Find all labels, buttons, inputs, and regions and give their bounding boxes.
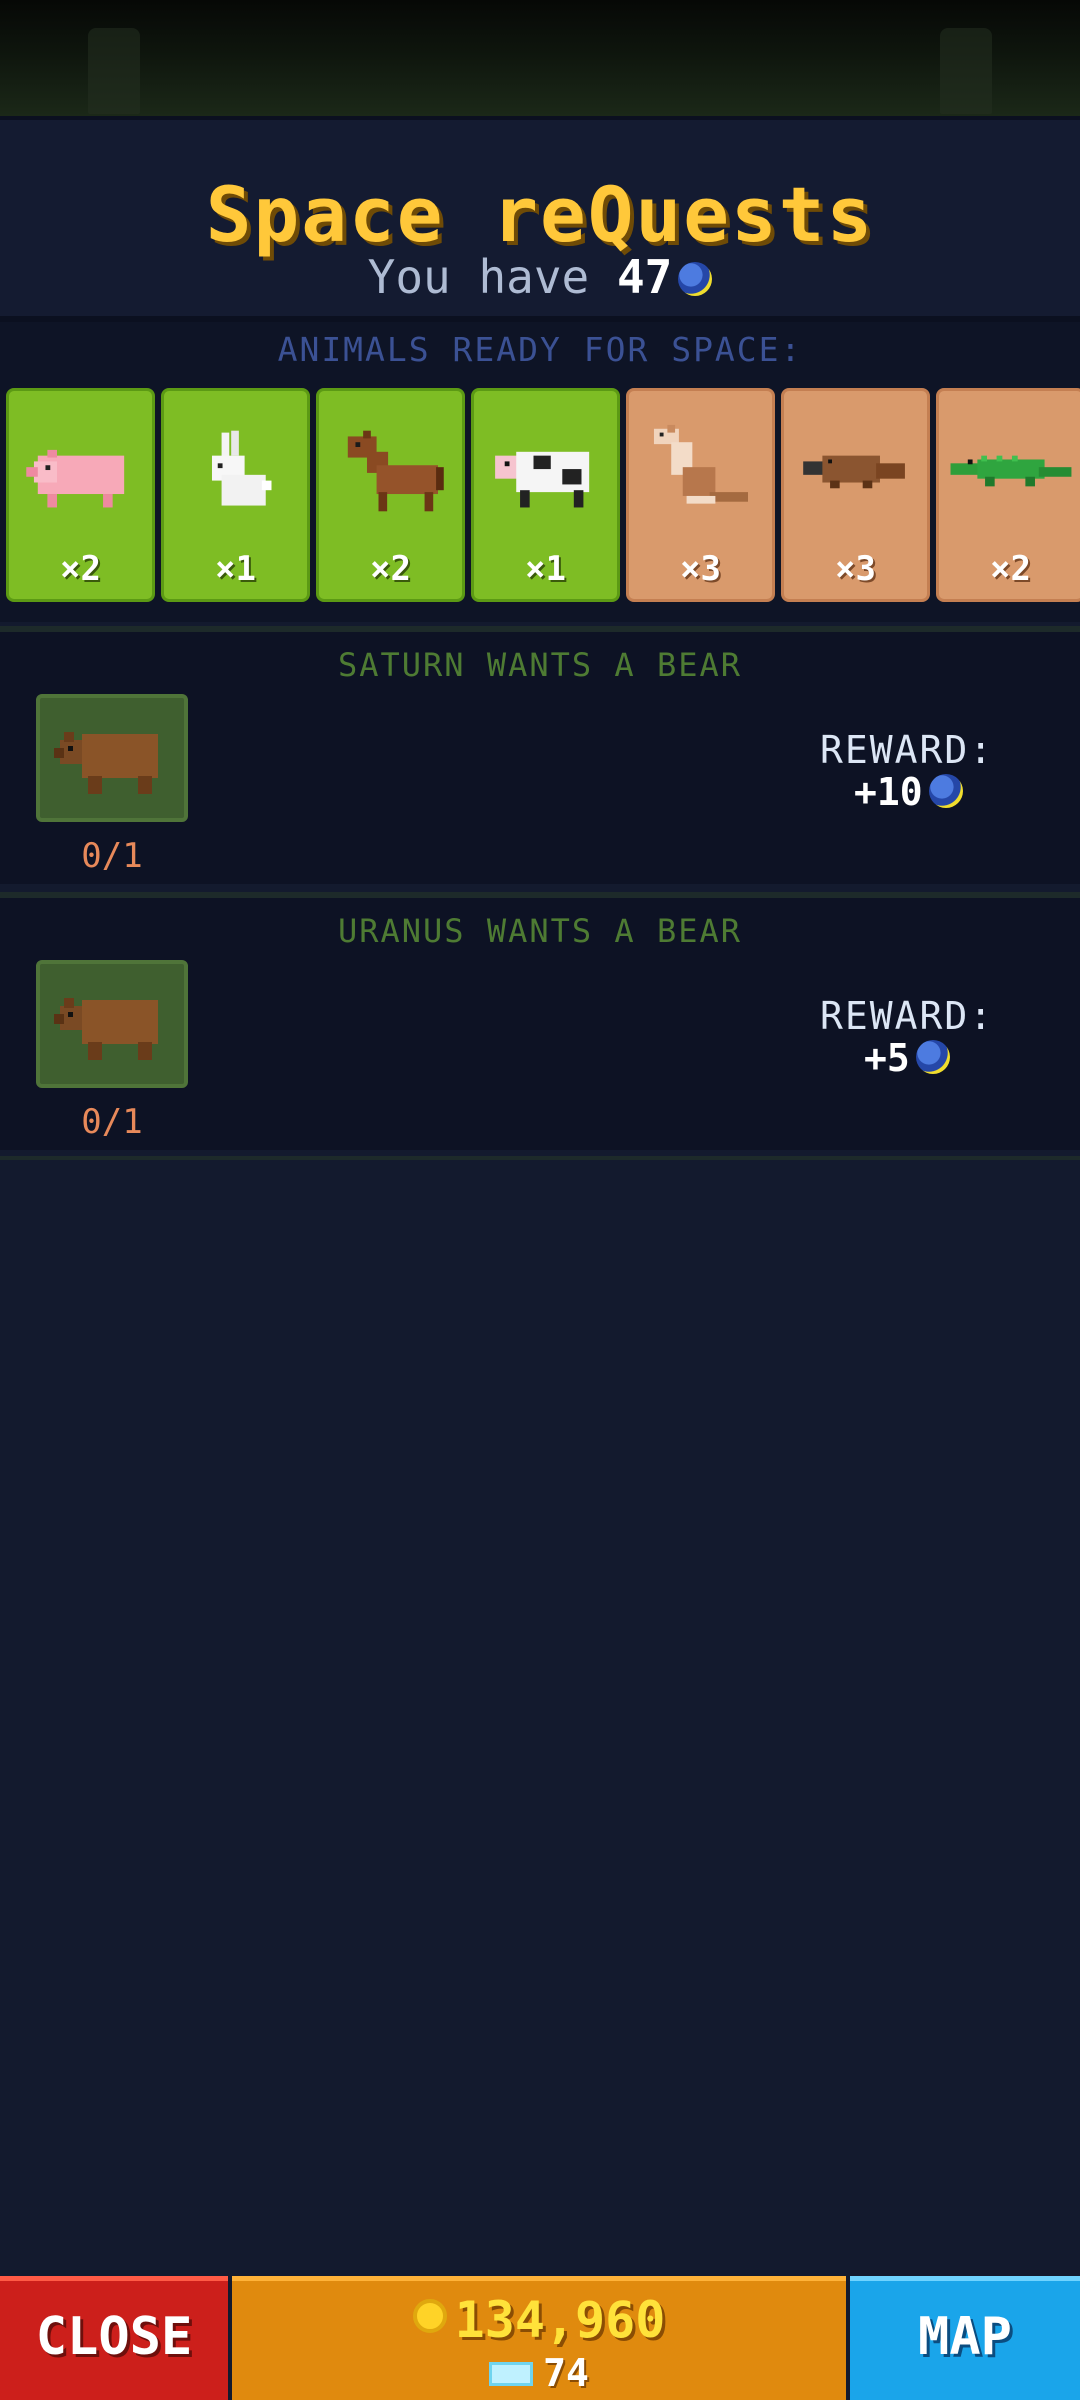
quest-title: URANUS WANTS A BEAR [337, 912, 743, 950]
cow-icon [495, 451, 590, 508]
page-title: Space reQuests [205, 170, 875, 259]
animal-count: ×1 [525, 549, 566, 589]
gold-coin-icon [412, 2299, 447, 2333]
quest-row-uranus: URANUS WANTS A BEAR 0/1 REWARD: +5 [0, 892, 1080, 1150]
gold-amount: 134,960 [454, 2291, 666, 2349]
animal-count: ×2 [370, 549, 411, 589]
animal-card-pig[interactable]: ×2 [6, 388, 155, 602]
bear-icon [54, 998, 158, 1060]
reward-value: +5 [864, 1036, 950, 1080]
horse-icon [347, 430, 444, 512]
quest-animal-tile[interactable] [36, 960, 188, 1088]
quest-progress: 0/1 [81, 1102, 143, 1142]
gem-amount: 74 [543, 2351, 589, 2395]
space-coin-balance: You have 47 [0, 250, 1080, 304]
divider [0, 1156, 1080, 1160]
close-button[interactable]: CLOSE [0, 2276, 228, 2400]
platypus-icon [803, 455, 905, 489]
you-have-label: You have [367, 250, 590, 304]
quest-title: SATURN WANTS A BEAR [337, 646, 743, 684]
quest-row-saturn: SATURN WANTS A BEAR 0/1 REWARD: +10 [0, 626, 1080, 884]
kangaroo-icon [653, 424, 749, 504]
animal-count: ×3 [835, 549, 876, 589]
animal-card-platypus[interactable]: ×3 [781, 388, 930, 602]
animal-count: ×3 [680, 549, 721, 589]
gold-balance: 134,960 [232, 2291, 846, 2349]
animal-card-crocodile[interactable]: ×2 [936, 388, 1080, 602]
background-scenery [0, 0, 1080, 116]
gem-balance: 74 [232, 2351, 846, 2395]
animal-count: ×2 [990, 549, 1031, 589]
map-button[interactable]: MAP [850, 2276, 1080, 2400]
animal-card-kangaroo[interactable]: ×3 [626, 388, 775, 602]
animal-count: ×2 [60, 549, 101, 589]
rabbit-icon [211, 430, 272, 506]
space-coin-icon [678, 262, 713, 296]
animal-count: ×1 [215, 549, 256, 589]
currency-display: 134,960 74 [232, 2276, 846, 2400]
space-coin-icon [928, 774, 963, 808]
ready-animals-label: ANIMALS READY FOR SPACE: [277, 330, 803, 369]
reward-amount: +10 [854, 770, 923, 814]
quest-animal-tile[interactable] [36, 694, 188, 822]
animal-card-cow[interactable]: ×1 [471, 388, 620, 602]
ready-animals-list: ×2 ×1 ×2 ×1 ×3 ×3 ×2 [6, 388, 1080, 602]
animal-card-rabbit[interactable]: ×1 [161, 388, 310, 602]
reward-value: +10 [854, 770, 963, 814]
header: Space reQuests You have 47 [0, 116, 1080, 322]
animal-card-horse[interactable]: ×2 [316, 388, 465, 602]
bottom-bar: CLOSE 134,960 74 MAP [0, 2276, 1080, 2400]
diamond-icon [489, 2362, 534, 2386]
reward-label: REWARD: [820, 994, 995, 1038]
tree-silhouette [940, 28, 992, 114]
bear-icon [54, 732, 158, 794]
tree-silhouette [88, 28, 140, 114]
space-coin-icon [915, 1040, 950, 1074]
quest-progress: 0/1 [81, 836, 143, 876]
reward-label: REWARD: [820, 728, 995, 772]
space-coin-count: 47 [616, 250, 673, 304]
reward-amount: +5 [864, 1036, 910, 1080]
crocodile-icon [950, 455, 1072, 487]
pig-icon [26, 449, 125, 508]
